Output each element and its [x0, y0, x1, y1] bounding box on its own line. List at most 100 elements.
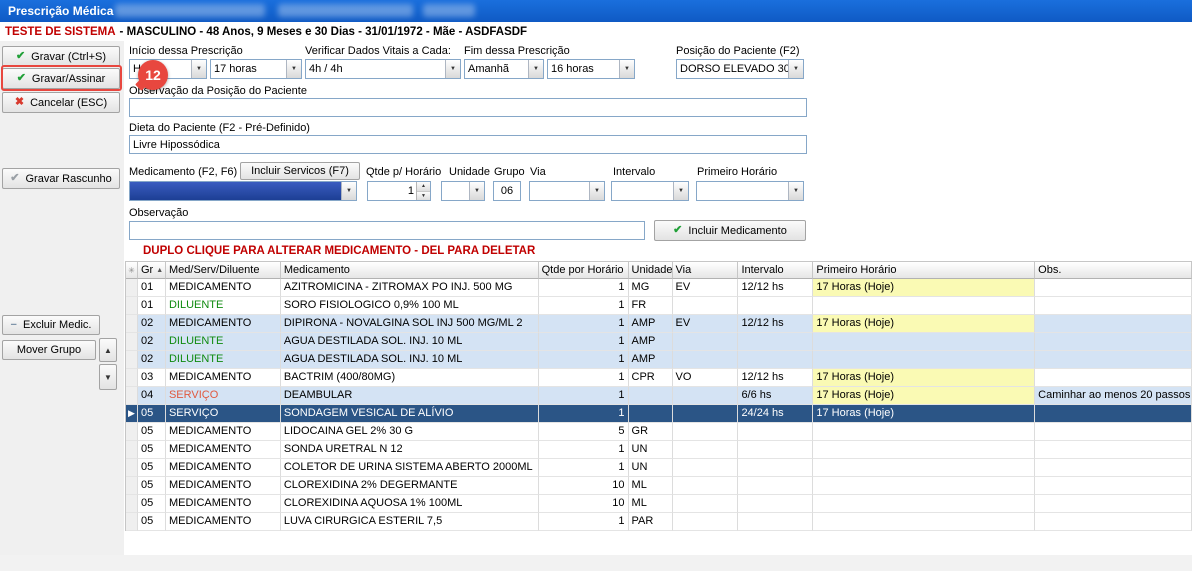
- chevron-down-icon[interactable]: ▼: [589, 182, 604, 200]
- cell-med: BACTRIM (400/80MG): [281, 369, 539, 387]
- table-row[interactable]: 05MEDICAMENTOSONDA URETRAL N 121UN: [126, 441, 1192, 459]
- table-row[interactable]: 01DILUENTESORO FISIOLOGICO 0,9% 100 ML1F…: [126, 297, 1192, 315]
- incluir-medicamento-label: Incluir Medicamento: [688, 225, 786, 237]
- qtde-stepper[interactable]: ▲ ▼: [367, 181, 431, 201]
- cell-qtde: 1: [539, 333, 629, 351]
- cell-hor: [813, 459, 1035, 477]
- cell-via: VO: [673, 369, 739, 387]
- cell-un: AMP: [629, 351, 673, 369]
- qtde-input[interactable]: [368, 182, 416, 200]
- posicao-label: Posição do Paciente (F2): [676, 45, 800, 57]
- chevron-down-icon[interactable]: ▼: [191, 60, 206, 78]
- table-row[interactable]: ▶05SERVIÇOSONDAGEM VESICAL DE ALÍVIO124/…: [126, 405, 1192, 423]
- delete-med-button[interactable]: − Excluir Medic.: [2, 315, 100, 335]
- via-select[interactable]: ▼: [529, 181, 605, 201]
- chevron-down-icon[interactable]: ▼: [286, 60, 301, 78]
- chevron-down-icon[interactable]: ▼: [528, 60, 543, 78]
- cell-gr: 05: [138, 459, 166, 477]
- table-row[interactable]: 05MEDICAMENTOCLOREXIDINA 2% DEGERMANTE10…: [126, 477, 1192, 495]
- posicao-value: DORSO ELEVADO 30 G: [677, 60, 788, 78]
- grupo-input[interactable]: [493, 181, 521, 201]
- chevron-down-icon[interactable]: ▼: [445, 60, 460, 78]
- vitais-select[interactable]: 4h / 4h ▼: [305, 59, 461, 79]
- row-indicator-cell: [126, 459, 138, 477]
- cell-qtde: 1: [539, 387, 629, 405]
- save-draft-button[interactable]: ✔ Gravar Rascunho: [2, 168, 120, 189]
- cell-med: LIDOCAINA GEL 2% 30 G: [281, 423, 539, 441]
- spin-up-icon[interactable]: ▲: [417, 182, 430, 192]
- cell-tipo: DILUENTE: [166, 333, 281, 351]
- cell-int: 24/24 hs: [738, 405, 813, 423]
- move-group-down-button[interactable]: ▼: [99, 364, 117, 390]
- dieta-input[interactable]: [129, 135, 807, 154]
- primeiro-horario-value: [697, 182, 788, 200]
- chevron-down-icon[interactable]: ▼: [341, 182, 356, 200]
- cell-via: [673, 387, 739, 405]
- cell-un: [629, 405, 673, 423]
- col-header-primeiro-horario[interactable]: Primeiro Horário: [813, 261, 1035, 279]
- observacao-input[interactable]: [129, 221, 645, 240]
- incluir-servicos-button[interactable]: Incluir Servicos (F7): [240, 162, 360, 180]
- save-sign-button[interactable]: ✔ Gravar/Assinar: [2, 68, 120, 89]
- double-click-warning: DUPLO CLIQUE PARA ALTERAR MEDICAMENTO - …: [143, 245, 535, 257]
- inicio-time-select[interactable]: 17 horas ▼: [210, 59, 302, 79]
- unidade-select[interactable]: ▼: [441, 181, 485, 201]
- col-header-via[interactable]: Via: [673, 261, 739, 279]
- cell-qtde: 1: [539, 405, 629, 423]
- primeiro-horario-label: Primeiro Horário: [697, 166, 777, 178]
- intervalo-select[interactable]: ▼: [611, 181, 689, 201]
- row-indicator-cell: [126, 477, 138, 495]
- table-row[interactable]: 03MEDICAMENTOBACTRIM (400/80MG)1CPRVO12/…: [126, 369, 1192, 387]
- save-button[interactable]: ✔ Gravar (Ctrl+S): [2, 46, 120, 67]
- chevron-down-icon[interactable]: ▼: [469, 182, 484, 200]
- col-header-qtde[interactable]: Qtde por Horário: [539, 261, 629, 279]
- table-row[interactable]: 05MEDICAMENTOLIDOCAINA GEL 2% 30 G5GR: [126, 423, 1192, 441]
- table-row[interactable]: 01MEDICAMENTOAZITROMICINA - ZITROMAX PO …: [126, 279, 1192, 297]
- col-header-medicamento[interactable]: Medicamento: [281, 261, 539, 279]
- col-header-gr[interactable]: Gr ▲: [138, 261, 166, 279]
- cell-med: DIPIRONA - NOVALGINA SOL INJ 500 MG/ML 2: [281, 315, 539, 333]
- col-header-tipo[interactable]: Med/Serv/Diluente: [166, 261, 281, 279]
- chevron-down-icon[interactable]: ▼: [673, 182, 688, 200]
- fim-time-select[interactable]: 16 horas ▼: [547, 59, 635, 79]
- cell-un: GR: [629, 423, 673, 441]
- fim-day-select[interactable]: Amanhã ▼: [464, 59, 544, 79]
- qtde-spin-buttons[interactable]: ▲ ▼: [416, 182, 430, 200]
- cell-qtde: 1: [539, 513, 629, 531]
- move-group-up-button[interactable]: ▲: [99, 338, 117, 362]
- table-row[interactable]: 05MEDICAMENTOCOLETOR DE URINA SISTEMA AB…: [126, 459, 1192, 477]
- spin-down-icon[interactable]: ▼: [417, 192, 430, 201]
- col-header-intervalo[interactable]: Intervalo: [738, 261, 813, 279]
- cell-obs: [1035, 441, 1192, 459]
- cell-via: [673, 297, 739, 315]
- cell-via: [673, 477, 739, 495]
- chevron-down-icon[interactable]: ▼: [788, 182, 803, 200]
- cell-hor: [813, 297, 1035, 315]
- table-row[interactable]: 04SERVIÇODEAMBULAR16/6 hs17 Horas (Hoje)…: [126, 387, 1192, 405]
- cell-un: AMP: [629, 333, 673, 351]
- col-header-unidade[interactable]: Unidade: [629, 261, 673, 279]
- table-row[interactable]: 02MEDICAMENTODIPIRONA - NOVALGINA SOL IN…: [126, 315, 1192, 333]
- posicao-select[interactable]: DORSO ELEVADO 30 G ▼: [676, 59, 804, 79]
- move-group-button[interactable]: Mover Grupo: [2, 340, 96, 360]
- col-header-tipo-label: Med/Serv/Diluente: [169, 264, 260, 276]
- table-row[interactable]: 02DILUENTEAGUA DESTILADA SOL. INJ. 10 ML…: [126, 351, 1192, 369]
- cancel-button[interactable]: ✖ Cancelar (ESC): [2, 92, 120, 113]
- save-sign-button-label: Gravar/Assinar: [32, 73, 105, 85]
- incluir-medicamento-button[interactable]: ✔ Incluir Medicamento: [654, 220, 806, 241]
- titlebar: Prescrição Médica: [0, 0, 1192, 22]
- cell-gr: 05: [138, 513, 166, 531]
- primeiro-horario-select[interactable]: ▼: [696, 181, 804, 201]
- table-row[interactable]: 05MEDICAMENTOCLOREXIDINA AQUOSA 1% 100ML…: [126, 495, 1192, 513]
- table-row[interactable]: 02DILUENTEAGUA DESTILADA SOL. INJ. 10 ML…: [126, 333, 1192, 351]
- col-header-obs[interactable]: Obs.: [1035, 261, 1192, 279]
- obs-posicao-input[interactable]: [129, 98, 807, 117]
- cell-obs: [1035, 513, 1192, 531]
- medicamento-select[interactable]: ▼: [129, 181, 357, 201]
- table-row[interactable]: 05MEDICAMENTOLUVA CIRURGICA ESTERIL 7,51…: [126, 513, 1192, 531]
- cell-un: PAR: [629, 513, 673, 531]
- chevron-down-icon[interactable]: ▼: [788, 60, 803, 78]
- sidebar: [0, 41, 124, 555]
- cell-via: EV: [673, 315, 739, 333]
- chevron-down-icon[interactable]: ▼: [619, 60, 634, 78]
